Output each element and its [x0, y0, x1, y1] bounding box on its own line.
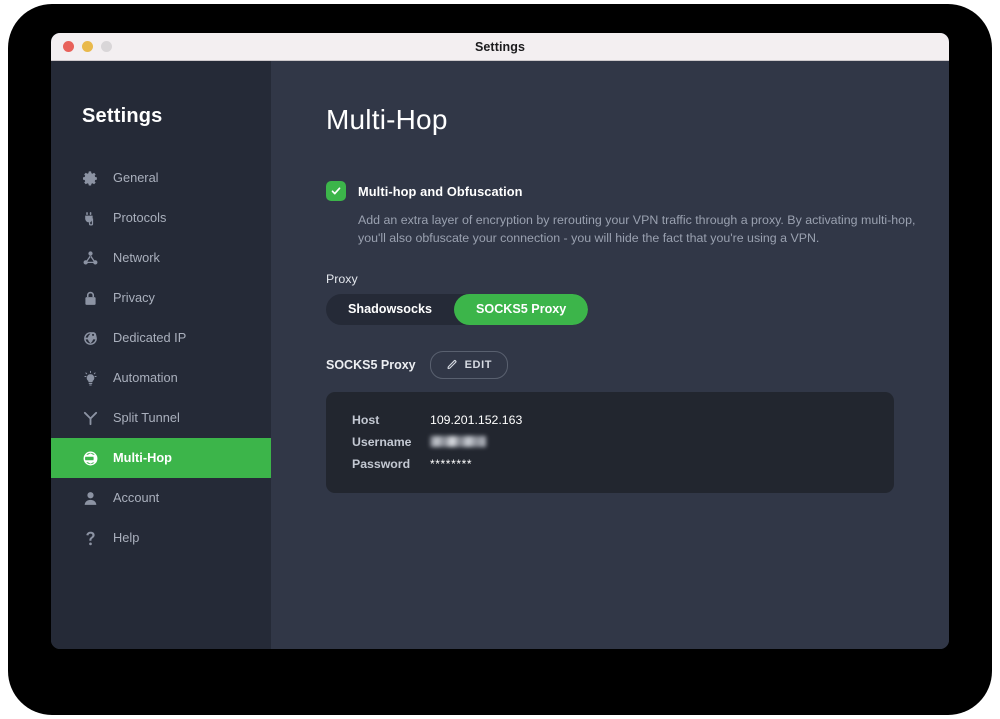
detail-value-password: ******** — [430, 456, 473, 471]
sidebar-item-label: Account — [113, 489, 160, 505]
sidebar-item-label: General — [113, 169, 159, 185]
sidebar-item-network[interactable]: Network — [51, 238, 271, 278]
sidebar-item-protocols[interactable]: Protocols — [51, 198, 271, 238]
edit-proxy-button[interactable]: EDIT — [429, 350, 509, 379]
detail-key: Host — [352, 412, 380, 427]
sidebar-item-label: Dedicated IP — [113, 329, 187, 345]
detail-row-host: Host 109.201.152.163 — [352, 413, 894, 427]
sidebar-heading: Settings — [82, 105, 163, 127]
globe-pin-icon — [82, 330, 99, 347]
sidebar-item-split-tunnel[interactable]: Split Tunnel — [51, 398, 271, 438]
sidebar-item-label: Privacy — [113, 289, 155, 305]
sidebar-item-label: Help — [113, 529, 140, 545]
multi-hop-icon — [82, 450, 99, 467]
edit-proxy-button-label: EDIT — [464, 358, 493, 371]
sidebar: Settings General Protocols Network Priva… — [51, 61, 271, 649]
question-mark-icon — [82, 530, 99, 547]
sidebar-item-dedicated-ip[interactable]: Dedicated IP — [51, 318, 271, 358]
traffic-light-group — [63, 33, 112, 60]
detail-row-password: Password ******** — [352, 457, 894, 471]
split-fork-icon — [82, 410, 99, 427]
proxy-option-shadowsocks[interactable]: Shadowsocks — [326, 294, 454, 325]
detail-value-host: 109.201.152.163 — [430, 412, 523, 427]
sidebar-item-account[interactable]: Account — [51, 478, 271, 518]
page-title: Multi-Hop — [326, 104, 448, 135]
close-window-button[interactable] — [63, 41, 74, 52]
sidebar-item-automation[interactable]: Automation — [51, 358, 271, 398]
multi-hop-checkbox-label: Multi-hop and Obfuscation — [358, 183, 523, 199]
sidebar-item-label: Network — [113, 249, 160, 265]
detail-row-username: Username — [352, 435, 894, 449]
multi-hop-checkbox[interactable] — [326, 181, 346, 201]
person-icon — [82, 490, 99, 507]
detail-key: Password — [352, 456, 411, 471]
proxy-details-card: Host 109.201.152.163 Username Password *… — [326, 391, 894, 493]
gear-icon — [82, 170, 99, 187]
sidebar-item-privacy[interactable]: Privacy — [51, 278, 271, 318]
multi-hop-section: Multi-hop and Obfuscation Add an extra l… — [271, 181, 949, 493]
sidebar-item-label: Multi-Hop — [113, 449, 172, 465]
network-icon — [82, 250, 99, 267]
sidebar-item-label: Split Tunnel — [113, 409, 180, 425]
sidebar-item-label: Automation — [113, 369, 178, 385]
maximize-window-button[interactable] — [101, 41, 112, 52]
window-title: Settings — [474, 39, 526, 54]
proxy-type-segmented-control: Shadowsocks SOCKS5 Proxy — [326, 293, 589, 325]
multi-hop-description: Add an extra layer of encryption by rero… — [358, 213, 916, 245]
window-body: Settings General Protocols Network Priva… — [51, 61, 949, 649]
sidebar-item-general[interactable]: General — [51, 158, 271, 198]
proxy-option-socks5[interactable]: SOCKS5 Proxy — [454, 293, 589, 325]
sidebar-nav: General Protocols Network Privacy Dedica… — [51, 158, 271, 558]
settings-window: Settings Settings General Protocols Netw… — [51, 33, 949, 649]
proxy-section-label: Proxy — [326, 271, 358, 286]
main-content: Multi-Hop Multi-hop and Obfuscation Add … — [271, 61, 949, 649]
proxy-details-header: SOCKS5 Proxy EDIT — [326, 350, 921, 379]
lightbulb-icon — [82, 370, 99, 387]
sidebar-item-help[interactable]: Help — [51, 518, 271, 558]
multi-hop-toggle-row: Multi-hop and Obfuscation — [326, 181, 921, 201]
checkmark-icon — [331, 187, 341, 195]
sidebar-item-label: Protocols — [113, 209, 167, 225]
sidebar-item-multi-hop[interactable]: Multi-Hop — [51, 438, 271, 478]
minimize-window-button[interactable] — [82, 41, 93, 52]
pencil-icon — [446, 359, 457, 370]
detail-value-username-redacted — [430, 435, 486, 447]
window-titlebar: Settings — [51, 33, 949, 61]
proxy-details-heading: SOCKS5 Proxy — [326, 357, 416, 372]
plug-icon — [82, 210, 99, 227]
lock-icon — [82, 290, 99, 307]
detail-key: Username — [352, 434, 412, 449]
